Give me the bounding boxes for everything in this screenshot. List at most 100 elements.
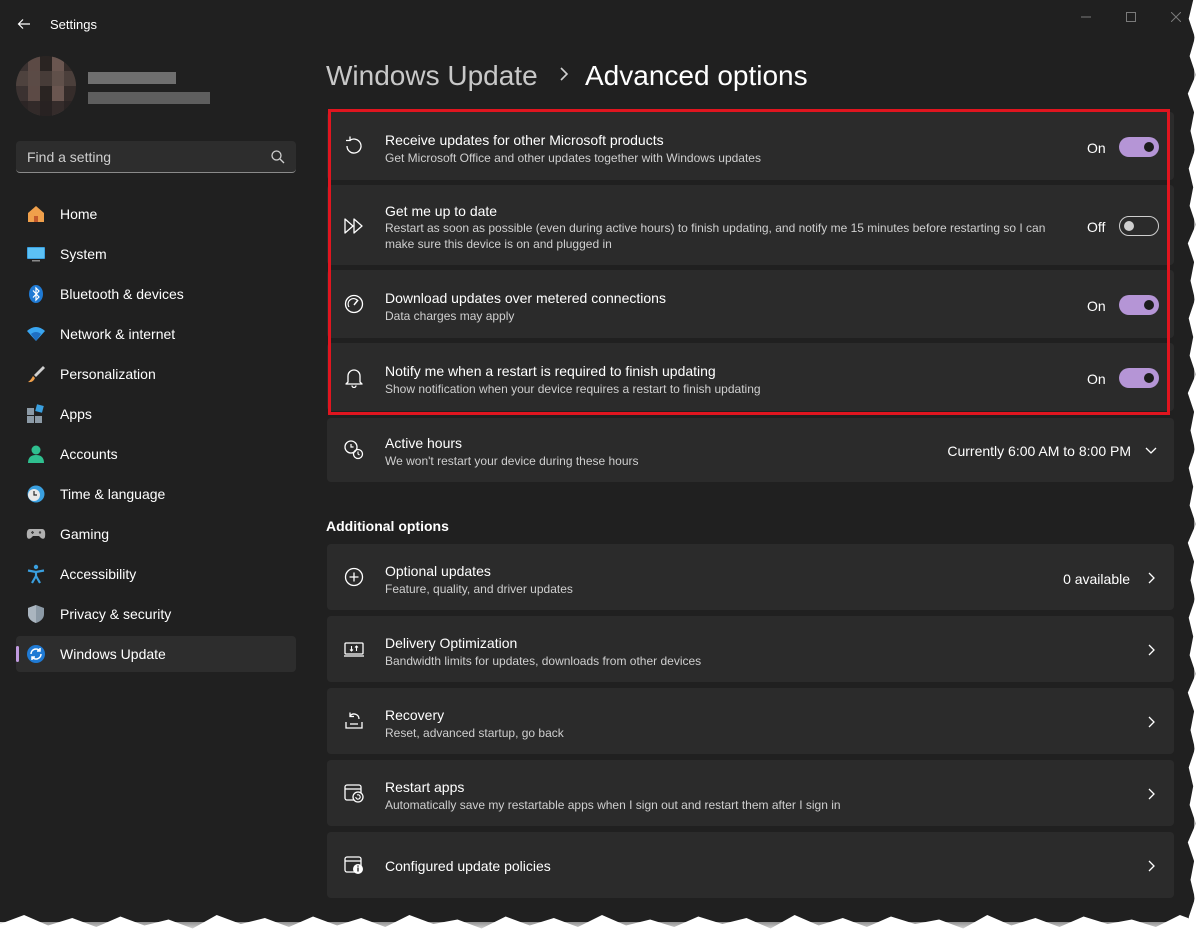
sidebar-item-label: Bluetooth & devices [60,286,184,302]
configured-update-policies-row[interactable]: Configured update policies [327,832,1174,898]
sidebar-item-privacy-security[interactable]: Privacy & security [16,596,296,632]
toggle-state-label: On [1087,140,1106,156]
title-bar: Settings [0,0,1194,48]
shield-icon [28,605,44,623]
chevron-right-icon [1148,644,1155,656]
recovery-icon [345,712,363,729]
search-placeholder: Find a setting [27,149,112,165]
setting-title: Receive updates for other Microsoft prod… [385,132,664,148]
toggle-switch[interactable] [1119,137,1159,157]
sidebar-item-label: Accessibility [60,566,137,582]
setting-title: Download updates over metered connection… [385,290,666,306]
setting-subtitle: Restart as soon as possible (even during… [385,221,1046,251]
setting-receive-other-updates[interactable]: Receive updates for other Microsoft prod… [327,112,1174,180]
sidebar-item-bluetooth[interactable]: Bluetooth & devices [16,276,296,312]
sidebar-item-network[interactable]: Network & internet [16,316,296,352]
gamepad-icon [26,529,46,539]
sidebar-item-label: Personalization [60,366,156,382]
recovery-row[interactable]: Recovery Reset, advanced startup, go bac… [327,688,1174,754]
fast-forward-icon [344,218,363,234]
sidebar-item-accounts[interactable]: Accounts [16,436,296,472]
maximize-button[interactable] [1111,6,1151,28]
active-hours-row[interactable]: Active hours We won't restart your devic… [327,418,1174,482]
chevron-right-icon [560,67,569,81]
setting-title: Notify me when a restart is required to … [385,363,716,379]
sidebar-item-label: Gaming [60,526,110,542]
back-button[interactable] [12,12,36,36]
bell-icon [345,369,363,388]
toggle-knob [1144,300,1154,310]
delivery-optimization-icon [344,642,364,657]
setting-get-me-up-to-date[interactable]: Get me up to date Restart as soon as pos… [327,185,1174,265]
setting-subtitle: We won't restart your device during thes… [385,454,639,468]
toggle-knob [1124,221,1134,231]
setting-title: Delivery Optimization [385,635,518,651]
setting-subtitle: Automatically save my restartable apps w… [385,798,841,812]
setting-title: Configured update policies [385,858,551,874]
wifi-icon [27,327,45,341]
sidebar-item-personalization[interactable]: Personalization [16,356,296,392]
sidebar-item-label: Home [60,206,98,222]
windows-update-icon [27,645,45,663]
minimize-button[interactable] [1066,6,1106,28]
toggle-state-label: On [1087,298,1106,314]
breadcrumb-parent[interactable]: Windows Update [326,60,538,92]
active-hours-value: Currently 6:00 AM to 8:00 PM [947,443,1131,459]
system-icon [27,247,45,262]
setting-title: Get me up to date [385,203,498,219]
sidebar-item-time-language[interactable]: Time & language [16,476,296,512]
section-heading-additional-options: Additional options [326,518,449,534]
chevron-right-icon [1148,572,1155,584]
restart-apps-row[interactable]: Restart apps Automatically save my resta… [327,760,1174,826]
sidebar-item-label: Accounts [60,446,118,462]
sidebar-nav: Home System Bluetooth & devices Network … [16,196,296,676]
sidebar-item-windows-update[interactable]: Windows Update [16,636,296,672]
plus-circle-icon [344,567,364,587]
avatar[interactable] [16,56,76,116]
accessibility-icon [27,564,45,584]
setting-metered-connections[interactable]: Download updates over metered connection… [327,270,1174,338]
speedometer-icon [344,294,364,314]
toggle-switch[interactable] [1119,216,1159,236]
toggle-switch[interactable] [1119,368,1159,388]
close-icon [1171,12,1181,22]
setting-title: Recovery [385,707,445,723]
accounts-icon [28,445,44,463]
chevron-right-icon [1148,716,1155,728]
setting-subtitle: Feature, quality, and driver updates [385,582,573,596]
delivery-optimization-row[interactable]: Delivery Optimization Bandwidth limits f… [327,616,1174,682]
toggle-knob [1144,142,1154,152]
sidebar-item-label: Time & language [60,486,166,502]
search-icon [271,150,285,164]
policy-icon [344,856,363,874]
sidebar-item-gaming[interactable]: Gaming [16,516,296,552]
close-button[interactable] [1156,6,1194,28]
toggle-knob [1144,373,1154,383]
setting-subtitle: Get Microsoft Office and other updates t… [385,151,761,165]
sidebar-item-label: System [60,246,107,262]
toggle-state-label: On [1087,371,1106,387]
setting-notify-restart[interactable]: Notify me when a restart is required to … [327,343,1174,411]
setting-title: Optional updates [385,563,491,579]
sidebar-item-accessibility[interactable]: Accessibility [16,556,296,592]
optional-updates-count: 0 available [1063,571,1130,587]
page-title: Advanced options [585,60,808,91]
sidebar-item-home[interactable]: Home [16,196,296,232]
profile-email [88,92,210,104]
minimize-icon [1081,16,1091,18]
sidebar-item-label: Privacy & security [60,606,172,622]
optional-updates-row[interactable]: Optional updates Feature, quality, and d… [327,544,1174,610]
toggle-switch[interactable] [1119,295,1159,315]
setting-subtitle: Bandwidth limits for updates, downloads … [385,654,702,668]
sidebar-item-label: Network & internet [60,326,176,342]
setting-subtitle: Data charges may apply [385,309,515,323]
brush-icon [28,366,45,383]
toggle-state-label: Off [1087,219,1106,235]
sidebar-item-system[interactable]: System [16,236,296,272]
chevron-down-icon[interactable] [1143,442,1159,458]
search-input[interactable]: Find a setting [16,141,296,173]
profile-name [88,72,176,84]
sidebar-item-label: Windows Update [60,646,166,662]
home-icon [28,206,44,222]
sidebar-item-apps[interactable]: Apps [16,396,296,432]
